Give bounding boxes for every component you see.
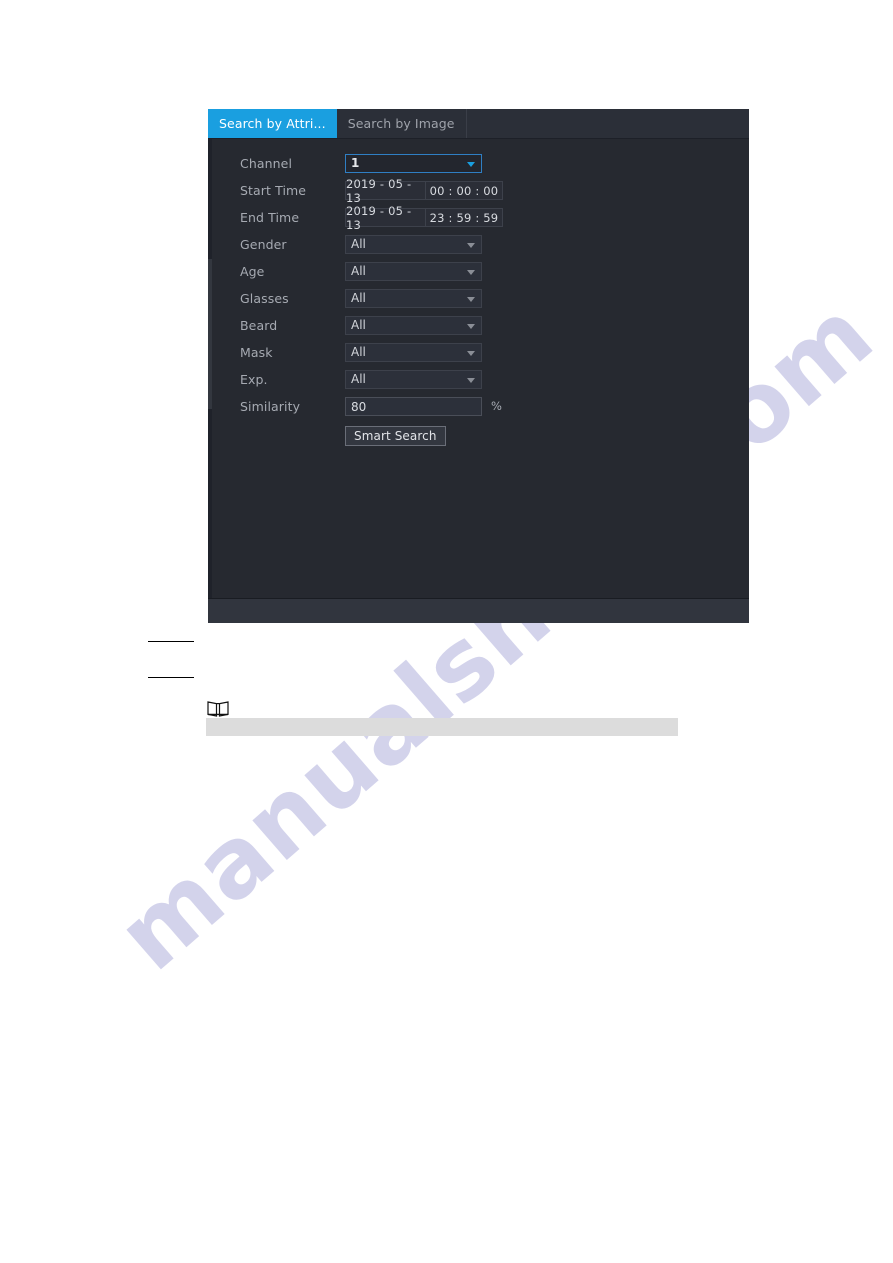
chevron-down-icon [467, 296, 475, 302]
end-date-input[interactable]: 2019 - 05 - 13 [346, 204, 426, 232]
chevron-down-icon [467, 242, 475, 248]
mask-select-value: All [351, 345, 366, 359]
tab-label: Search by Image [347, 116, 455, 131]
field-actions: Smart Search [345, 425, 446, 446]
label-mask: Mask [240, 345, 273, 360]
horizontal-rule-2 [148, 677, 194, 678]
form-row-glasses: Glasses All [240, 285, 749, 312]
field-age: All [345, 262, 482, 281]
tab-search-by-attributes[interactable]: Search by Attri... [208, 109, 337, 138]
field-end-time: 2019 - 05 - 13 23 : 59 : 59 [345, 204, 503, 232]
field-start-time: 2019 - 05 - 13 00 : 00 : 00 [345, 177, 503, 205]
exp-select-value: All [351, 372, 366, 386]
label-start-time: Start Time [240, 183, 307, 198]
panel-footer [208, 598, 749, 623]
field-channel: 1 [345, 154, 482, 173]
age-select[interactable]: All [345, 262, 482, 281]
form-row-gender: Gender All [240, 231, 749, 258]
glasses-select-value: All [351, 291, 366, 305]
field-similarity: 80 % [345, 397, 502, 416]
exp-select[interactable]: All [345, 370, 482, 389]
form-row-age: Age All [240, 258, 749, 285]
beard-select-value: All [351, 318, 366, 332]
label-end-time: End Time [240, 210, 300, 225]
note-highlight-bar [206, 718, 678, 736]
label-beard: Beard [240, 318, 278, 333]
label-age: Age [240, 264, 265, 279]
label-channel: Channel [240, 156, 293, 171]
form-row-similarity: Similarity 80 % [240, 393, 749, 420]
channel-select-value: 1 [351, 156, 360, 170]
chevron-down-icon [467, 161, 475, 167]
attribute-search-form: Channel 1 Start Time 2019 - 05 - 13 00 :… [212, 139, 749, 598]
age-select-value: All [351, 264, 366, 278]
panel-body: Channel 1 Start Time 2019 - 05 - 13 00 :… [208, 139, 749, 598]
chevron-down-icon [467, 323, 475, 329]
mask-select[interactable]: All [345, 343, 482, 362]
field-beard: All [345, 316, 482, 335]
form-row-start-time: Start Time 2019 - 05 - 13 00 : 00 : 00 [240, 177, 749, 205]
end-time-datetime[interactable]: 2019 - 05 - 13 23 : 59 : 59 [345, 204, 503, 232]
channel-select[interactable]: 1 [345, 154, 482, 173]
start-date-input[interactable]: 2019 - 05 - 13 [346, 177, 426, 205]
chevron-down-icon [467, 350, 475, 356]
chevron-down-icon [467, 377, 475, 383]
start-time-input[interactable]: 00 : 00 : 00 [426, 182, 502, 199]
chevron-down-icon [467, 269, 475, 275]
gender-select-value: All [351, 237, 366, 251]
smart-search-panel: Search by Attri... Search by Image Chann… [208, 109, 749, 623]
similarity-input[interactable]: 80 [345, 397, 482, 416]
field-gender: All [345, 235, 482, 254]
label-glasses: Glasses [240, 291, 289, 306]
gender-select[interactable]: All [345, 235, 482, 254]
similarity-unit: % [491, 399, 502, 413]
form-row-actions: Smart Search [240, 420, 749, 450]
open-book-icon [206, 700, 230, 718]
field-glasses: All [345, 289, 482, 308]
form-row-exp: Exp. All [240, 366, 749, 393]
beard-select[interactable]: All [345, 316, 482, 335]
label-exp: Exp. [240, 372, 268, 387]
smart-search-button[interactable]: Smart Search [345, 425, 446, 446]
glasses-select[interactable]: All [345, 289, 482, 308]
horizontal-rule-1 [148, 641, 194, 642]
form-row-end-time: End Time 2019 - 05 - 13 23 : 59 : 59 [240, 204, 749, 232]
label-similarity: Similarity [240, 399, 301, 414]
form-row-beard: Beard All [240, 312, 749, 339]
end-time-input[interactable]: 23 : 59 : 59 [426, 209, 502, 226]
tab-search-by-image[interactable]: Search by Image [337, 109, 467, 138]
form-row-channel: Channel 1 [240, 150, 749, 177]
tab-label: Search by Attri... [219, 116, 326, 131]
tab-bar: Search by Attri... Search by Image [208, 109, 749, 139]
field-mask: All [345, 343, 482, 362]
form-row-mask: Mask All [240, 339, 749, 366]
label-gender: Gender [240, 237, 287, 252]
start-time-datetime[interactable]: 2019 - 05 - 13 00 : 00 : 00 [345, 177, 503, 205]
field-exp: All [345, 370, 482, 389]
